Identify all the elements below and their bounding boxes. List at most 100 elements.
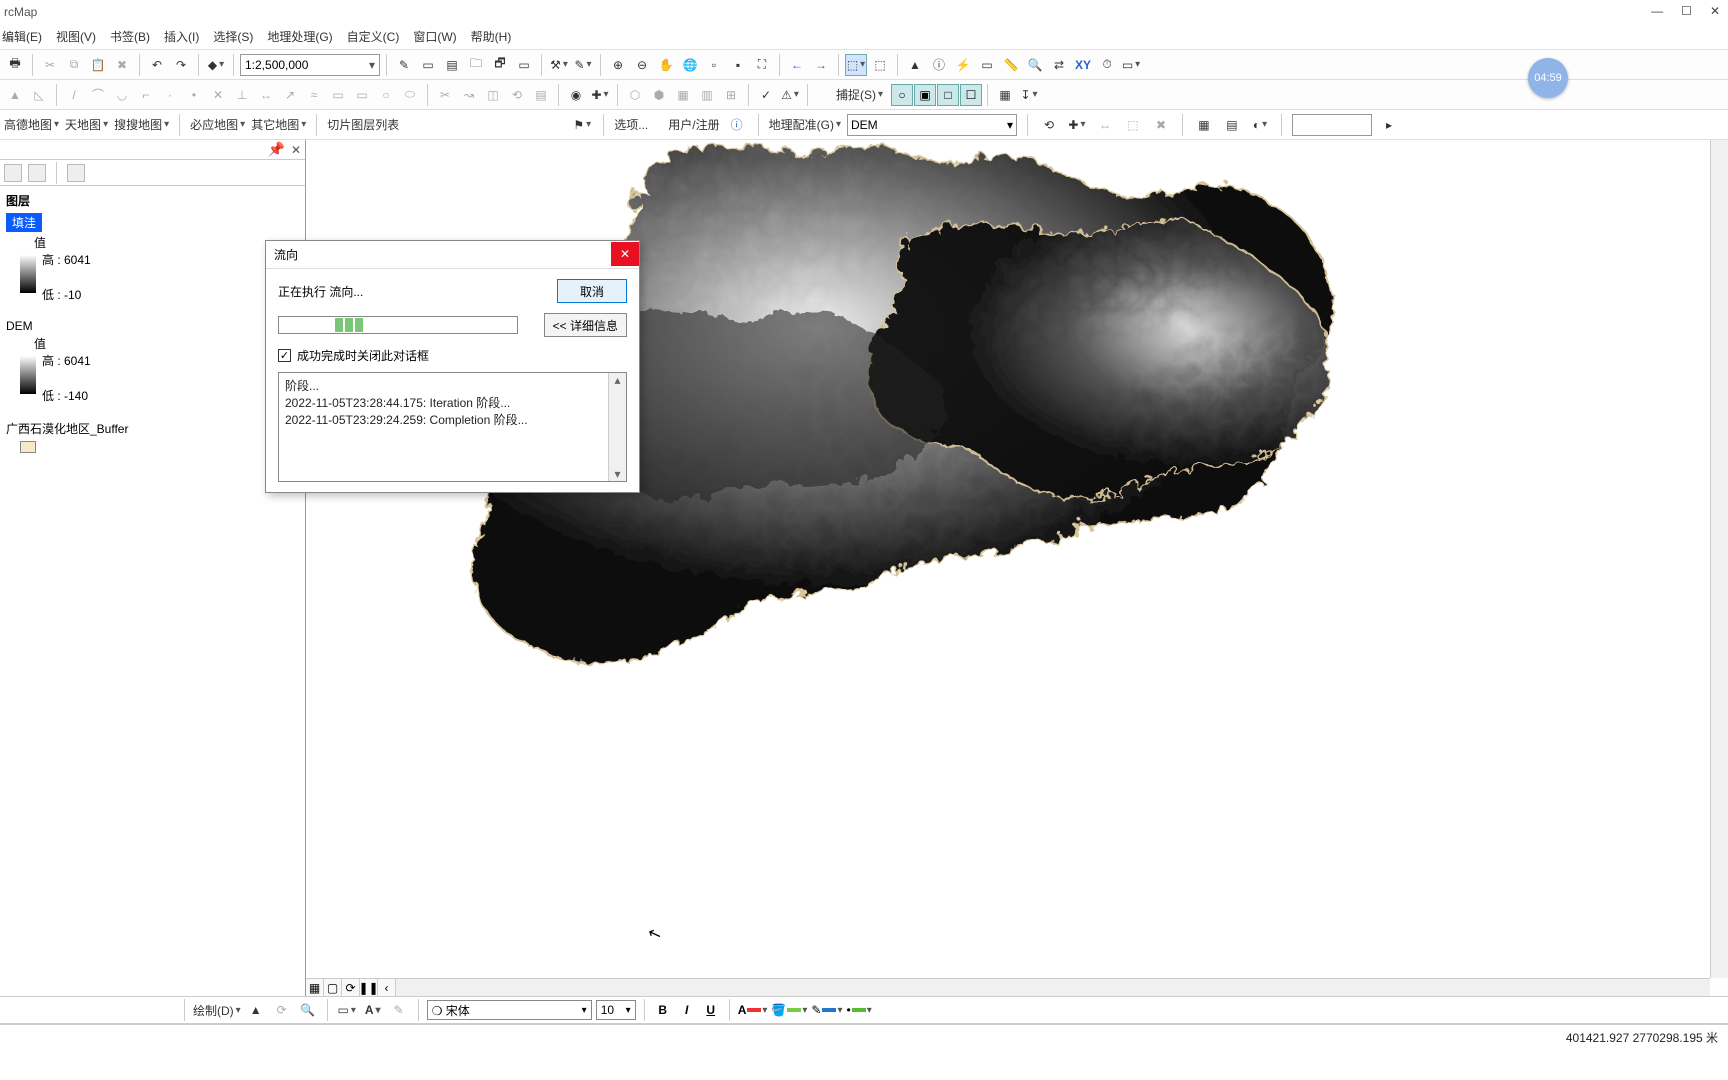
pan-icon[interactable]: ✋ [655, 54, 677, 76]
undo-icon[interactable]: ↶ [146, 54, 168, 76]
layer-buffer[interactable]: 广西石漠化地区_Buffer [6, 422, 128, 436]
data-view-tab[interactable]: ▦ [306, 979, 324, 997]
select-features-icon[interactable]: ⬚ [845, 54, 867, 76]
close-button[interactable]: ✕ [1710, 4, 1720, 18]
close-on-complete-checkbox[interactable] [278, 349, 291, 362]
snap-end-icon[interactable]: ▣ [914, 84, 936, 106]
log-textarea[interactable]: 阶段... 2022-11-05T23:28:44.175: Iteration… [278, 372, 627, 482]
log-scrollbar[interactable]: ▴▾ [608, 373, 626, 481]
menu-geoprocessing[interactable]: 地理处理(G) [267, 28, 332, 45]
next-extent-icon[interactable]: → [810, 54, 832, 76]
snap-edge-icon[interactable]: ☐ [960, 84, 982, 106]
cancel-button[interactable]: 取消 [557, 279, 627, 303]
zoomin-icon[interactable]: ⊕ [607, 54, 629, 76]
full-extent-icon[interactable]: ⛶ [751, 54, 773, 76]
maximize-button[interactable]: ☐ [1681, 4, 1692, 18]
georef-table-icon[interactable]: ▦ [1193, 114, 1215, 136]
fixed-zoomout-icon[interactable]: ▪ [727, 54, 749, 76]
scroll-left-icon[interactable]: ‹ [378, 979, 396, 997]
line-color-dropdown[interactable]: ✎ [811, 1003, 842, 1017]
map-vertical-scrollbar[interactable] [1710, 140, 1728, 978]
pause-drawing-icon[interactable]: ❚❚ [360, 979, 378, 997]
georef-options-icon[interactable]: ◐ [1249, 114, 1271, 136]
prev-extent-icon[interactable]: ← [786, 54, 808, 76]
snap-vertex-icon[interactable]: □ [937, 84, 959, 106]
other-maps-dropdown[interactable]: 其它地图 [251, 116, 306, 133]
pen-tool-icon[interactable]: ✎ [572, 54, 594, 76]
italic-button[interactable]: I [677, 1000, 697, 1020]
toc-close-icon[interactable]: ✕ [291, 143, 301, 157]
info-icon[interactable]: ⓘ [726, 114, 748, 136]
draw-text-icon[interactable]: A [362, 999, 384, 1021]
menu-insert[interactable]: 插入(I) [164, 28, 199, 45]
model-builder-icon[interactable]: ⚒ [548, 54, 570, 76]
georef-menu[interactable]: 地理配准(G) [769, 116, 841, 133]
editor-toolbar-icon[interactable]: ✎ [393, 54, 415, 76]
georef-layer-dropdown[interactable]: DEM▾ [847, 114, 1017, 136]
sketch-const-icon[interactable]: ◉ [565, 84, 587, 106]
zoomout-icon[interactable]: ⊖ [631, 54, 653, 76]
scale-dropdown[interactable]: 1:2,500,000 [240, 54, 380, 76]
toc-list-by-visibility-icon[interactable] [67, 164, 85, 182]
menu-edit[interactable]: 编辑(E) [2, 28, 42, 45]
georef-view-icon[interactable]: ▤ [1221, 114, 1243, 136]
toc-list-by-source-icon[interactable] [28, 164, 46, 182]
window-dropdown-icon[interactable]: ▭ [1120, 54, 1142, 76]
layer-dem[interactable]: DEM [6, 319, 33, 333]
georef-rotate-icon[interactable]: ⟲ [1038, 114, 1060, 136]
draw-zoom-icon[interactable]: 🔍 [297, 999, 319, 1021]
toc-root[interactable]: 图层 [6, 192, 299, 209]
create-features-icon[interactable]: ✚ [589, 84, 611, 106]
georef-go-icon[interactable]: ▸ [1378, 114, 1400, 136]
toolbox-icon[interactable]: ▭ [417, 54, 439, 76]
hyperlink-icon[interactable]: ⚡ [952, 54, 974, 76]
toc-list-by-drawing-icon[interactable] [4, 164, 22, 182]
underline-button[interactable]: U [701, 1000, 721, 1020]
redo-icon[interactable]: ↷ [170, 54, 192, 76]
print-icon[interactable]: 🖶 [4, 54, 26, 76]
toc-icon[interactable]: ▤ [441, 54, 463, 76]
menu-customize[interactable]: 自定义(C) [347, 28, 400, 45]
layer-fill[interactable]: 填洼 [6, 213, 42, 232]
pointer-icon[interactable]: ▲ [904, 54, 926, 76]
tianditu-dropdown[interactable]: 天地图 [65, 116, 108, 133]
fill-color-dropdown[interactable]: 🪣 [771, 1003, 807, 1017]
bing-dropdown[interactable]: 必应地图 [190, 116, 245, 133]
menu-selection[interactable]: 选择(S) [213, 28, 253, 45]
details-button[interactable]: << 详细信息 [544, 313, 627, 337]
snap-options-icon[interactable]: ↧ [1018, 84, 1040, 106]
draw-menu[interactable]: 绘制(D) [193, 1002, 241, 1019]
dialog-close-button[interactable]: ✕ [611, 242, 639, 266]
add-data-icon[interactable]: ◆ [205, 54, 227, 76]
globe-icon[interactable]: 🌐 [679, 54, 701, 76]
font-dropdown[interactable]: ❍ 宋体 [427, 1000, 592, 1020]
snapping-menu[interactable]: 捕捉(S) [836, 86, 883, 103]
identify-icon[interactable]: ⓘ [928, 54, 950, 76]
tile-layer-list[interactable]: 切片图层列表 [327, 116, 399, 133]
clear-selection-icon[interactable]: ⬚ [869, 54, 891, 76]
layout-view-tab[interactable]: ▢ [324, 979, 342, 997]
search-window-icon[interactable]: 🗗 [489, 54, 511, 76]
measure-icon[interactable]: 📏 [1000, 54, 1022, 76]
snap-point-icon[interactable]: ○ [891, 84, 913, 106]
error-inspector-icon[interactable]: ⚠ [779, 84, 801, 106]
pin-icon[interactable]: 📌 [268, 141, 285, 158]
menu-help[interactable]: 帮助(H) [471, 28, 512, 45]
menu-windows[interactable]: 窗口(W) [413, 28, 456, 45]
marker-color-dropdown[interactable]: • [846, 1003, 871, 1017]
goto-xy-icon[interactable]: XY [1072, 54, 1094, 76]
draw-select-icon[interactable]: ▲ [245, 999, 267, 1021]
refresh-view-icon[interactable]: ⟳ [342, 979, 360, 997]
draw-rectangle-icon[interactable]: ▭ [336, 999, 358, 1021]
snap-grid-icon[interactable]: ▦ [994, 84, 1016, 106]
find-icon[interactable]: 🔍 [1024, 54, 1046, 76]
menu-bookmarks[interactable]: 书签(B) [110, 28, 150, 45]
bold-button[interactable]: B [653, 1000, 673, 1020]
gaode-dropdown[interactable]: 高德地图 [4, 116, 59, 133]
menu-view[interactable]: 视图(V) [56, 28, 96, 45]
georef-search-input[interactable] [1292, 114, 1372, 136]
font-color-dropdown[interactable]: A [738, 1003, 768, 1017]
layer-flag-icon[interactable]: ⚑ [571, 114, 593, 136]
validate-icon[interactable]: ✓ [755, 84, 777, 106]
georef-add-control-icon[interactable]: ✚ [1066, 114, 1088, 136]
